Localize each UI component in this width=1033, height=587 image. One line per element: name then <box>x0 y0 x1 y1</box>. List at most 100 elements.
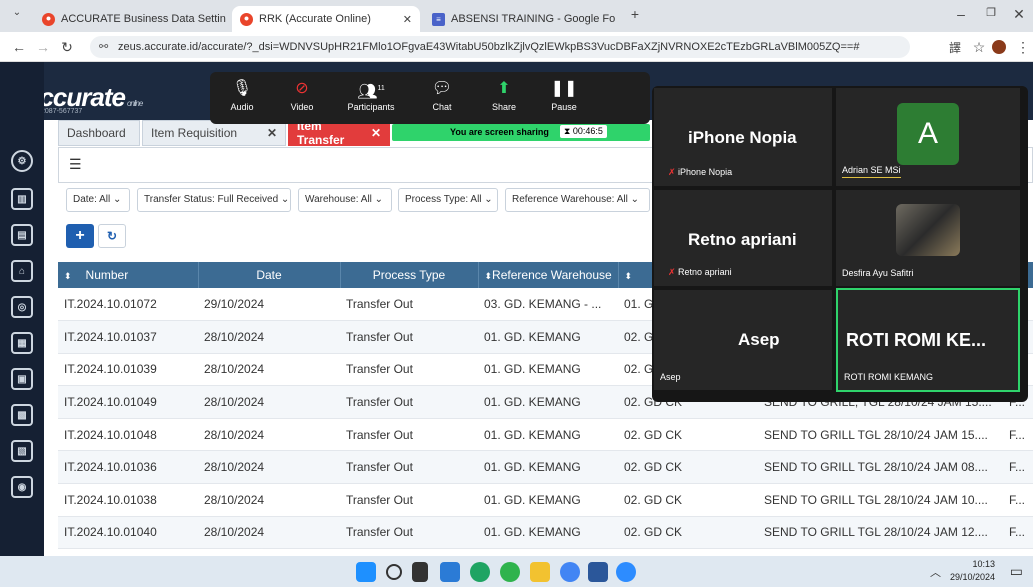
add-button[interactable]: + <box>66 224 94 248</box>
bank-icon[interactable]: ⌂ <box>11 260 33 282</box>
user-settings-icon[interactable]: ◉ <box>11 476 33 498</box>
filter-process-type[interactable]: Process Type: All ⌄ <box>398 188 498 212</box>
cell-number: IT.2024.10.01049 <box>58 385 198 419</box>
windows-start-icon[interactable] <box>356 562 376 582</box>
list-menu-icon[interactable]: ☰ <box>69 156 82 173</box>
cell-reference-warehouse: 03. GD. KEMANG - ... <box>478 288 618 322</box>
search-icon[interactable] <box>386 564 402 580</box>
report-icon[interactable]: ▧ <box>11 440 33 462</box>
edge-browser-icon[interactable] <box>470 562 490 582</box>
share-button[interactable]: ⬆ Share <box>476 76 532 112</box>
column-header-date[interactable]: Date <box>198 262 341 288</box>
close-tab-icon[interactable]: ✕ <box>371 126 381 140</box>
table-row[interactable]: IT.2024.10.01040 28/10/2024 Transfer Out 01… <box>58 516 1033 550</box>
filter-reference-warehouse[interactable]: Reference Warehouse: All ⌄ <box>505 188 650 212</box>
mic-icon: 🎙︎ <box>231 80 253 97</box>
refresh-button[interactable]: ↻ <box>98 224 126 248</box>
participant-name: Retno apriani <box>678 267 732 277</box>
cell-process-type: Transfer Out <box>340 353 478 387</box>
participant-tile-active-speaker[interactable]: ROTI ROMI KE... ROTI ROMI KEMANG <box>836 288 1020 392</box>
close-tab-icon[interactable]: ✕ <box>403 13 412 26</box>
cell-number: IT.2024.10.01036 <box>58 450 198 485</box>
header-label: Process Type <box>372 268 446 282</box>
participants-button[interactable]: 👥︎11 Participants <box>334 76 408 112</box>
filter-date[interactable]: Date: All ⌄ <box>66 188 130 212</box>
company-icon[interactable]: ▥ <box>11 188 33 210</box>
table-row[interactable]: IT.2024.10.01038 28/10/2024 Transfer Out 01… <box>58 483 1033 517</box>
purchase-icon[interactable]: ◎ <box>11 296 33 318</box>
google-forms-favicon-icon: ≡ <box>432 12 445 26</box>
column-header-process-type[interactable]: Process Type <box>340 262 479 288</box>
participants-icon: 👥︎11 <box>357 83 385 101</box>
address-bar[interactable]: ⚯ zeus.accurate.id/accurate/?_dsi=WDNVSU… <box>90 36 910 58</box>
translate-icon[interactable]: 譯 <box>946 39 964 56</box>
record-icon: ⧗ <box>564 126 573 136</box>
whatsapp-icon[interactable] <box>500 562 520 582</box>
cell-extra: F... <box>1003 516 1033 550</box>
document-icon[interactable]: ▤ <box>11 224 33 246</box>
header-label: Reference Warehouse <box>492 268 612 282</box>
avatar-initial: A <box>917 117 938 150</box>
browser-tab-2[interactable]: ⏺ RRK (Accurate Online) ✕ <box>232 6 420 32</box>
column-header-reference-warehouse[interactable]: ⬍Reference Warehouse <box>478 262 619 288</box>
tab-list-icon[interactable]: ⌄ <box>8 7 26 18</box>
chat-button[interactable]: 💬︎ Chat <box>414 76 470 112</box>
browser-tab-3[interactable]: ≡ ABSENSI TRAINING - Google Fo ✕ <box>424 6 620 32</box>
participant-display-name: Retno apriani <box>688 230 797 249</box>
system-clock[interactable]: 10:13 29/10/2024 <box>950 558 995 584</box>
cell-date: 28/10/2024 <box>198 450 340 485</box>
forward-icon[interactable]: → <box>34 39 52 55</box>
settings-gear-icon[interactable]: ⚙ <box>11 150 33 172</box>
site-info-icon[interactable]: ⚯ <box>99 36 108 58</box>
inventory-icon[interactable]: ▩ <box>11 404 33 426</box>
reload-icon[interactable]: ↻ <box>58 39 76 56</box>
minimize-icon[interactable]: – <box>952 6 970 22</box>
profile-avatar[interactable] <box>992 40 1006 54</box>
restore-icon[interactable]: ❐ <box>982 6 1000 19</box>
participant-tile[interactable]: iPhone Nopia ✗ iPhone Nopia <box>654 88 832 186</box>
notifications-icon[interactable]: ▭ <box>1010 563 1023 580</box>
participant-tile[interactable]: Retno apriani ✗ Retno apriani <box>654 190 832 286</box>
header-label: Number <box>85 268 129 282</box>
zoom-button-label: Share <box>491 102 517 112</box>
participant-tile[interactable]: Desfira Ayu Safitri <box>836 190 1020 286</box>
video-button[interactable]: ⊘ Video <box>274 76 330 112</box>
tray-chevron-icon[interactable]: ︿ <box>930 564 941 580</box>
close-tab-icon[interactable]: ✕ <box>267 126 277 140</box>
cell-number: IT.2024.10.01072 <box>58 288 198 322</box>
cell-date: 28/10/2024 <box>198 516 340 550</box>
cell-reference-warehouse: 01. GD. KEMANG <box>478 320 618 354</box>
meeting-timer: ⧗ 00:46:5 <box>560 125 607 138</box>
table-row[interactable]: IT.2024.10.01036 28/10/2024 Transfer Out 01… <box>58 450 1033 485</box>
tab-dashboard[interactable]: Dashboard <box>58 120 140 146</box>
filter-warehouse[interactable]: Warehouse: All ⌄ <box>298 188 392 212</box>
chrome-icon[interactable] <box>560 562 580 582</box>
audio-button[interactable]: 🎙︎ Audio <box>214 76 270 112</box>
new-tab-icon[interactable]: + <box>626 6 644 22</box>
cell-process-type: Transfer Out <box>340 320 478 354</box>
task-view-icon[interactable] <box>412 562 428 582</box>
cell-date: 28/10/2024 <box>198 353 340 387</box>
browser-menu-icon[interactable]: ⋮ <box>1014 39 1032 56</box>
column-header-number[interactable]: ⬍ Number <box>58 262 199 288</box>
banner-text: You are screen sharing <box>450 127 549 137</box>
sales-icon[interactable]: ▣ <box>11 368 33 390</box>
bookmark-star-icon[interactable]: ☆ <box>970 39 988 56</box>
browser-tab-1[interactable]: ⏺ ACCURATE Business Data Settin ✕ <box>34 6 230 32</box>
widgets-icon[interactable] <box>440 562 460 582</box>
filter-transfer-status[interactable]: Transfer Status: Full Received ⌄ <box>137 188 291 212</box>
clock-date: 29/10/2024 <box>949 572 995 582</box>
zoom-app-icon[interactable] <box>616 562 636 582</box>
pause-button[interactable]: ❚❚ Pause <box>536 76 592 112</box>
participant-count: 11 <box>377 85 385 92</box>
filter-label: Reference Warehouse: All <box>512 194 628 205</box>
accurate-favicon-icon: ⏺ <box>42 12 55 26</box>
table-row[interactable]: IT.2024.10.01048 28/10/2024 Transfer Out 01… <box>58 418 1033 452</box>
back-icon[interactable]: ← <box>10 39 28 55</box>
cell-description: SEND TO GRILL TGL 28/10/24 JAM 15.... <box>758 418 1003 452</box>
file-explorer-icon[interactable] <box>530 562 550 582</box>
participant-tile[interactable]: Asep Asep <box>654 290 832 390</box>
cart-icon[interactable]: ▦ <box>11 332 33 354</box>
word-icon[interactable] <box>588 562 608 582</box>
close-window-icon[interactable]: ✕ <box>1010 6 1028 23</box>
